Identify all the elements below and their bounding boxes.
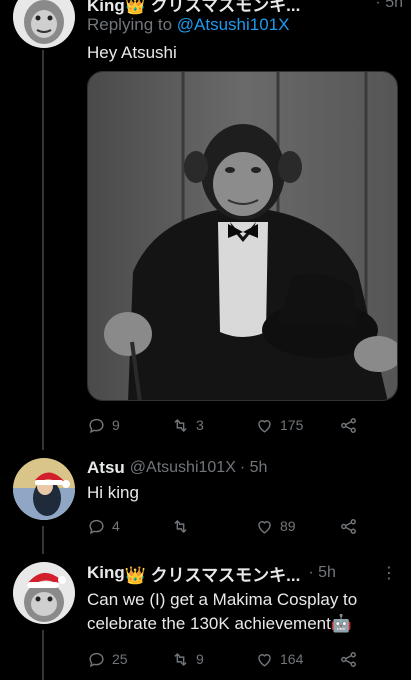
retweet-button[interactable] <box>171 517 255 536</box>
tweet-2-name[interactable]: Atsu <box>87 458 125 478</box>
share-icon <box>341 651 356 667</box>
share-button[interactable] <box>339 416 358 435</box>
tweet-3-name[interactable]: King <box>87 563 125 583</box>
like-button[interactable]: 164 <box>255 650 339 669</box>
reply-button[interactable]: 9 <box>87 416 171 435</box>
like-count: 175 <box>280 417 304 433</box>
share-icon <box>341 518 356 534</box>
retweet-icon <box>174 418 187 432</box>
like-count: 164 <box>280 651 304 667</box>
retweet-button[interactable]: 9 <box>171 650 255 669</box>
reply-button[interactable]: 4 <box>87 517 171 536</box>
thread-line-2 <box>42 526 44 554</box>
reply-count: 25 <box>112 651 128 667</box>
tweet-3-text: Can we (I) get a Makima Cosplay to celeb… <box>87 590 358 633</box>
share-button[interactable] <box>339 650 358 669</box>
reply-button[interactable]: 25 <box>87 650 171 669</box>
retweet-button[interactable]: 3 <box>171 416 255 435</box>
gorilla-avatar-image <box>13 0 75 48</box>
tweet-1-photo[interactable] <box>87 71 398 401</box>
tweet-2-header: Atsu @Atsushi101X · 5h <box>87 455 403 481</box>
like-count: 89 <box>280 518 296 534</box>
tweet-3-time: · 5h <box>308 564 336 581</box>
tweet-1-text: Hey Atsushi <box>87 43 177 62</box>
retweet-count: 3 <box>196 417 204 433</box>
chimpanzee-photo <box>88 72 397 400</box>
avatar-atsu[interactable] <box>13 458 75 520</box>
tweet-3-header: King 👑 クリスマスモンキ... · 5h ⋮ <box>87 560 403 586</box>
tweet-1-time: · 5h <box>375 0 403 11</box>
like-button[interactable]: 89 <box>255 517 339 536</box>
tweet-2-text: Hi king <box>87 483 139 502</box>
tweet-3-name-suffix[interactable]: 👑 クリスマスモンキ... <box>125 561 301 586</box>
tweet-3[interactable]: King 👑 クリスマスモンキ... · 5h ⋮ Can we (I) get… <box>87 560 403 636</box>
thread-line-1 <box>42 50 44 450</box>
tweet-2[interactable]: Atsu @Atsushi101X · 5h Hi king <box>87 455 403 505</box>
retweet-icon <box>174 652 187 666</box>
share-icon <box>341 417 356 433</box>
reply-count: 4 <box>112 518 120 534</box>
avatar-king[interactable] <box>13 562 75 624</box>
tweet-1[interactable]: King👑 クリスマスモンキ... · 5h Replying to @Atsu… <box>87 0 403 65</box>
like-button[interactable]: 175 <box>255 416 339 435</box>
retweet-icon <box>174 519 187 533</box>
reply-count: 9 <box>112 417 120 433</box>
avatar-king[interactable] <box>13 0 75 48</box>
reply-icon <box>89 652 104 667</box>
thread-line-3 <box>42 630 44 680</box>
heart-icon <box>258 419 271 433</box>
atsu-avatar-image <box>13 458 75 520</box>
tweet-2-time: · 5h <box>239 459 268 476</box>
tweet-2-handle[interactable]: @Atsushi101X <box>130 459 236 477</box>
reply-icon <box>89 519 104 534</box>
reply-icon <box>89 418 104 433</box>
tweet-2-actions: 4 89 <box>87 514 358 538</box>
retweet-count: 9 <box>196 651 204 667</box>
heart-icon <box>258 520 271 534</box>
replying-to: Replying to @Atsushi101X <box>87 14 403 36</box>
more-options-icon[interactable]: ⋮ <box>381 563 403 583</box>
replying-prefix: Replying to <box>87 15 177 34</box>
santa-gorilla-avatar-image <box>13 562 75 624</box>
tweet-1-actions: 9 3 175 <box>87 413 358 437</box>
tweet-3-actions: 25 9 164 <box>87 647 358 671</box>
heart-icon <box>258 653 271 667</box>
replying-handle-link[interactable]: @Atsushi101X <box>177 15 290 34</box>
share-button[interactable] <box>339 517 358 536</box>
